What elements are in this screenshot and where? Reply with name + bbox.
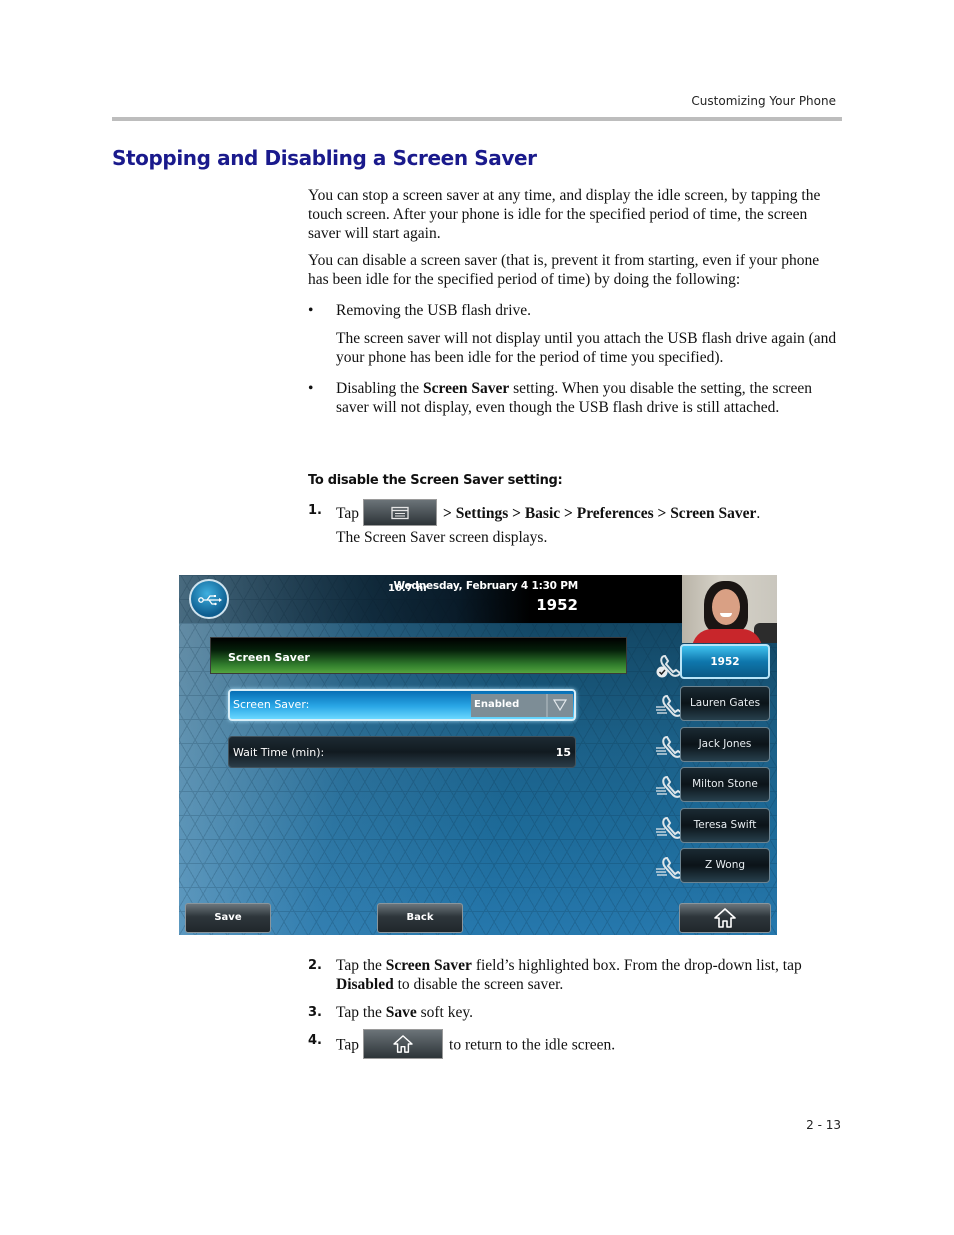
- menu-key-icon: [363, 499, 438, 526]
- bullet-text: Removing the USB flash drive.: [336, 302, 532, 319]
- date-time: Wednesday, February 4 1:30 PM: [393, 580, 578, 592]
- line-key-label: Milton Stone: [692, 778, 758, 790]
- page-number: 2 - 13: [806, 1118, 841, 1132]
- phone-screenshot: 16.7 hr Wednesday, February 4 1:30 PM 19…: [179, 575, 777, 935]
- text-run: to return to the idle screen.: [449, 1036, 616, 1054]
- photo-face: [712, 589, 740, 625]
- chevron-down-icon: [553, 699, 567, 711]
- line-key-lauren-gates[interactable]: Lauren Gates: [680, 686, 770, 721]
- field-label: Screen Saver:: [233, 698, 310, 711]
- handset-speed-dial-icon: [655, 734, 684, 760]
- running-head: Customizing Your Phone: [691, 94, 836, 108]
- screen-title: Screen Saver: [228, 651, 310, 664]
- line-key-z-wong[interactable]: Z Wong: [680, 848, 770, 883]
- section-title: Stopping and Disabling a Screen Saver: [112, 146, 537, 170]
- text-run: Tap the: [336, 1004, 386, 1021]
- header-rule: [112, 117, 842, 121]
- screen-saver-field[interactable]: Screen Saver: Enabled: [228, 689, 576, 721]
- softkey-label: Back: [406, 912, 434, 923]
- step-number: 3.: [308, 1005, 322, 1020]
- text-run: Disabling the: [336, 380, 423, 397]
- bold-term: Screen Saver: [422, 380, 510, 397]
- home-softkey[interactable]: [679, 903, 771, 933]
- text-run: field’s highlighted box. From the drop-d…: [471, 957, 802, 974]
- back-softkey[interactable]: Back: [377, 903, 463, 933]
- line-key-label: Lauren Gates: [689, 697, 761, 709]
- line-key-1952[interactable]: 1952: [680, 644, 770, 679]
- wait-time-field[interactable]: Wait Time (min): 15: [228, 736, 576, 768]
- bullet-marker: •: [308, 302, 314, 319]
- paragraph-text: You can disable a screen saver (that is,…: [308, 252, 820, 288]
- text-run: Tap: [336, 1036, 360, 1054]
- step-text: Tap > Settings > Basic > Preferences > Sc…: [336, 499, 843, 528]
- usb-button[interactable]: [189, 579, 229, 619]
- step-subtext: The Screen Saver screen displays.: [336, 529, 548, 546]
- handset-registered-icon: [655, 653, 683, 679]
- step-text: Tap to return to the idle screen.: [336, 1029, 843, 1061]
- handset-speed-dial-icon: [655, 774, 684, 800]
- field-value: 15: [555, 746, 571, 759]
- softkey-label: Save: [214, 912, 242, 923]
- text-run: .: [756, 505, 761, 523]
- intro-paragraph-1: You can stop a screen saver at any time,…: [308, 186, 843, 243]
- handset-speed-dial-icon: [655, 693, 684, 719]
- usb-icon: [198, 595, 222, 606]
- text-run: Tap: [336, 505, 360, 523]
- menu-path: > Settings > Basic > Preferences > Scree…: [443, 505, 757, 523]
- home-icon: [714, 908, 736, 928]
- bullet-text: Disabling the Screen Saver setting. When…: [336, 379, 843, 417]
- line-key-label: Teresa Swift: [693, 819, 757, 831]
- step-number: 4.: [308, 1033, 322, 1048]
- handset-speed-dial-icon: [655, 855, 684, 881]
- bold-term: Screen Saver: [385, 957, 472, 974]
- step-text: Tap the Save soft key.: [336, 1003, 843, 1022]
- home-key-icon: [363, 1029, 444, 1059]
- line-key-jack-jones[interactable]: Jack Jones: [680, 727, 770, 762]
- line-key-milton-stone[interactable]: Milton Stone: [680, 767, 770, 802]
- status-bar: 16.7 hr Wednesday, February 4 1:30 PM 19…: [179, 575, 682, 623]
- handset-speed-dial-icon: [655, 815, 684, 841]
- bullet-subtext: The screen saver will not display until …: [336, 330, 837, 366]
- line-key-label: 1952: [710, 656, 740, 668]
- paragraph-text: You can stop a screen saver at any time,…: [308, 187, 821, 242]
- step-number: 2.: [308, 958, 322, 973]
- text-run: to disable the screen saver.: [393, 976, 564, 993]
- bold-term: Disabled: [336, 976, 394, 993]
- extension-number: 1952: [536, 596, 578, 614]
- step-text: Tap the Screen Saver field’s highlighted…: [336, 956, 843, 994]
- text-run: Tap the: [336, 957, 386, 974]
- screen-saver-dropdown[interactable]: Enabled: [471, 694, 573, 717]
- line-key-label: Jack Jones: [698, 738, 752, 750]
- save-softkey[interactable]: Save: [185, 903, 271, 933]
- line-key-teresa-swift[interactable]: Teresa Swift: [680, 808, 770, 843]
- bullet-marker: •: [308, 380, 314, 397]
- field-label: Wait Time (min):: [233, 746, 325, 759]
- photo-shirt: [692, 629, 762, 643]
- procedure-heading: To disable the Screen Saver setting:: [308, 473, 563, 488]
- intro-paragraph-2: You can disable a screen saver (that is,…: [308, 251, 843, 289]
- contact-photo: [682, 575, 777, 643]
- screen-title-bar: Screen Saver: [210, 637, 627, 674]
- dropdown-value: Enabled: [474, 699, 520, 710]
- bold-term: Save: [385, 1004, 417, 1021]
- step-number: 1.: [308, 503, 322, 518]
- dropdown-separator: [546, 694, 548, 717]
- line-key-label: Z Wong: [704, 859, 746, 871]
- text-run: soft key.: [416, 1004, 473, 1021]
